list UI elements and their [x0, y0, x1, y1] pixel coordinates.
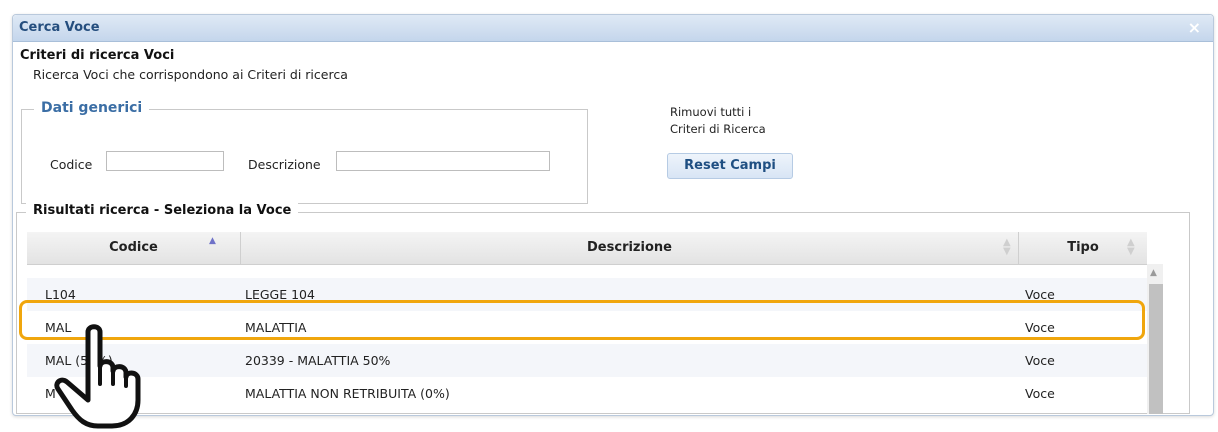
- cell-descrizione: 20339 - MALATTIA 50%: [245, 353, 391, 368]
- descrizione-input[interactable]: [336, 151, 550, 171]
- table-row[interactable]: L104 LEGGE 104 Voce: [27, 278, 1147, 311]
- sort-neutral-icon: ▲ ▼: [1003, 237, 1011, 257]
- criteria-subtitle: Ricerca Voci che corrispondono ai Criter…: [33, 67, 348, 82]
- grid-header: Codice ▲ Descrizione ▲ ▼ Tipo ▲ ▼: [27, 232, 1147, 265]
- reset-campi-button[interactable]: Reset Campi: [667, 153, 793, 179]
- table-row-selected[interactable]: MAL MALATTIA Voce: [27, 311, 1147, 344]
- column-header-descrizione[interactable]: Descrizione ▲ ▼: [241, 232, 1019, 264]
- reset-note-line2: Criteri di Ricerca: [670, 122, 766, 136]
- table-row[interactable]: M MALATTIA NON RETRIBUITA (0%) Voce: [27, 377, 1147, 410]
- column-header-descrizione-label: Descrizione: [587, 240, 672, 255]
- criteria-title: Criteri di ricerca Voci: [20, 48, 175, 63]
- cell-tipo: Voce: [1025, 386, 1055, 401]
- cell-tipo: Voce: [1025, 353, 1055, 368]
- sort-neutral-icon: ▲ ▼: [1127, 237, 1135, 257]
- dialog-title: Cerca Voce: [19, 20, 100, 35]
- sort-ascending-icon: ▲: [209, 236, 216, 246]
- reset-note-line1: Rimuovi tutti i: [670, 105, 752, 119]
- results-title: Risultati ricerca - Seleziona la Voce: [26, 203, 299, 218]
- codice-input[interactable]: [106, 151, 224, 171]
- dialog-titlebar[interactable]: Cerca Voce ×: [13, 15, 1213, 42]
- pointing-hand-cursor-icon: [54, 324, 141, 429]
- column-header-tipo[interactable]: Tipo ▲ ▼: [1019, 232, 1147, 264]
- column-header-tipo-label: Tipo: [1067, 240, 1099, 255]
- cell-codice: L104: [45, 287, 76, 302]
- table-row[interactable]: MAL (50%) 20339 - MALATTIA 50% Voce: [27, 344, 1147, 377]
- descrizione-label: Descrizione: [248, 157, 321, 172]
- scroll-thumb[interactable]: [1149, 284, 1163, 414]
- scroll-up-icon[interactable]: ▲: [1150, 268, 1157, 278]
- reset-note: Rimuovi tutti i Criteri di Ricerca: [670, 104, 766, 138]
- cell-tipo: Voce: [1025, 320, 1055, 335]
- column-header-codice-label: Codice: [109, 240, 158, 255]
- grid-body: L104 LEGGE 104 Voce MAL MALATTIA Voce MA…: [27, 264, 1147, 414]
- close-icon[interactable]: ×: [1188, 18, 1201, 37]
- cell-descrizione: MALATTIA NON RETRIBUITA (0%): [245, 386, 450, 401]
- cell-tipo: Voce: [1025, 287, 1055, 302]
- codice-label: Codice: [50, 157, 93, 172]
- cell-descrizione: MALATTIA: [245, 320, 307, 335]
- generic-data-legend: Dati generici: [34, 100, 150, 116]
- cell-descrizione: LEGGE 104: [245, 287, 315, 302]
- column-header-codice[interactable]: Codice ▲: [27, 232, 241, 264]
